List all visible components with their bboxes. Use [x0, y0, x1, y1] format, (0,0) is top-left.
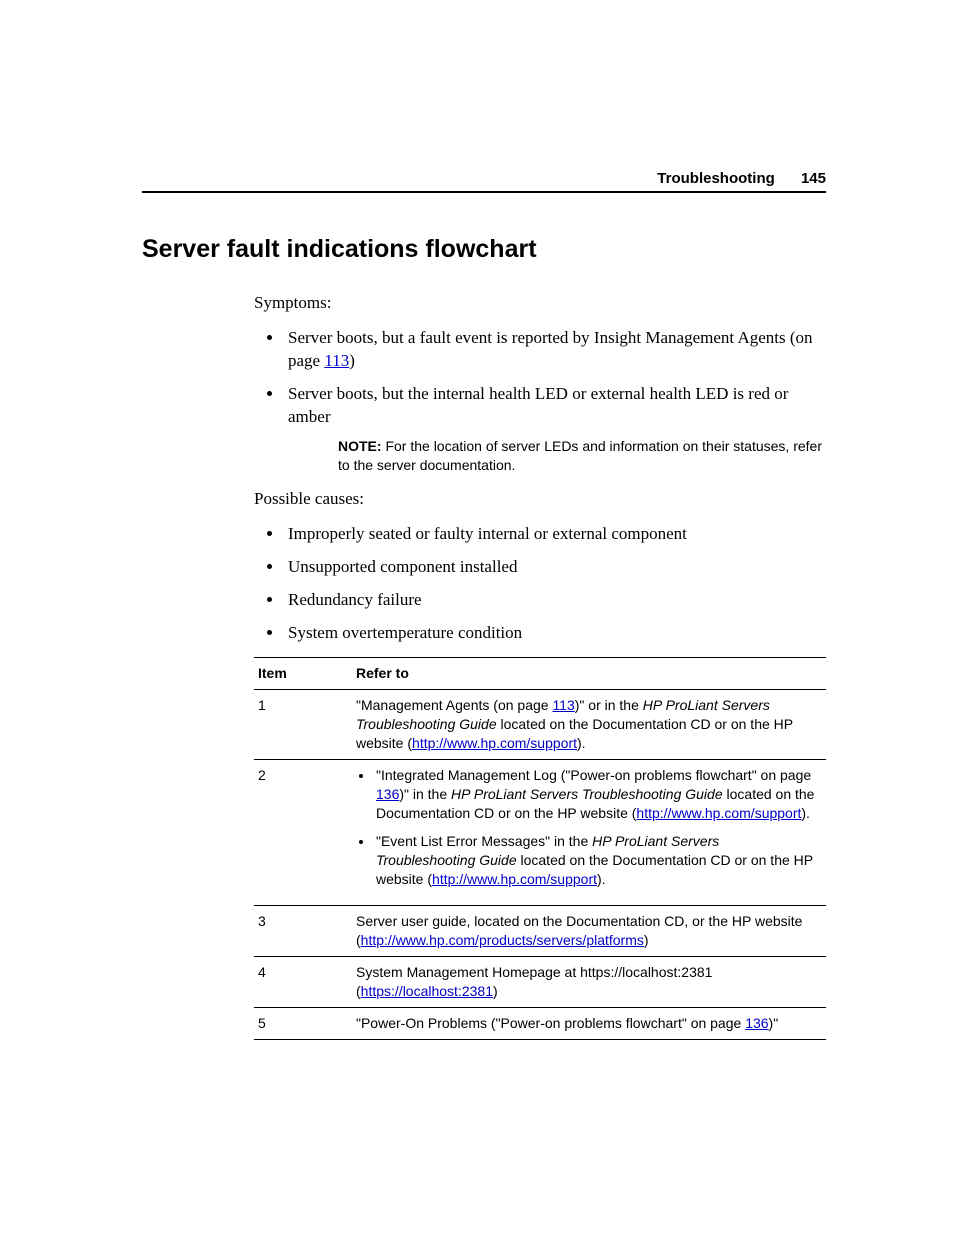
symptom-text: Server boots, but the internal health LE…: [288, 384, 788, 426]
text: ): [493, 983, 498, 999]
url-link-hp-support[interactable]: http://www.hp.com/support: [636, 805, 801, 821]
italic-text: HP ProLiant Servers Troubleshooting Guid…: [451, 786, 723, 802]
page-link-113[interactable]: 113: [552, 697, 574, 713]
list-item: Improperly seated or faulty internal or …: [284, 523, 826, 546]
symptom-text: ): [349, 351, 355, 370]
page-link-136[interactable]: 136: [745, 1015, 768, 1031]
table-row: 2 "Integrated Management Log ("Power-on …: [254, 759, 826, 905]
list-item: Redundancy failure: [284, 589, 826, 612]
header-refer: Refer to: [352, 658, 826, 690]
note-label: NOTE:: [338, 438, 382, 454]
table-row: 1 "Management Agents (on page 113)" or i…: [254, 690, 826, 760]
url-link-hp-support[interactable]: http://www.hp.com/support: [432, 871, 597, 887]
url-link-localhost[interactable]: https://localhost:2381: [361, 983, 493, 999]
text: "Power-On Problems ("Power-on problems f…: [356, 1015, 745, 1031]
causes-list: Improperly seated or faulty internal or …: [254, 523, 826, 645]
page-link-113[interactable]: 113: [324, 351, 349, 370]
note-text: For the location of server LEDs and info…: [338, 438, 822, 473]
header-page-number: 145: [801, 170, 826, 187]
text: ).: [577, 735, 586, 751]
list-item: "Event List Error Messages" in the HP Pr…: [374, 832, 818, 889]
text: ).: [597, 871, 606, 887]
symptom-text: Server boots, but a fault event is repor…: [288, 328, 813, 370]
table-row: 4 System Management Homepage at https://…: [254, 956, 826, 1007]
symptoms-label: Symptoms:: [254, 292, 826, 315]
cell-item: 5: [254, 1007, 352, 1039]
text: "Management Agents (on page: [356, 697, 552, 713]
cell-item: 1: [254, 690, 352, 760]
list-item: Unsupported component installed: [284, 556, 826, 579]
cell-item: 2: [254, 759, 352, 905]
cell-refer: "Power-On Problems ("Power-on problems f…: [352, 1007, 826, 1039]
text: ).: [801, 805, 810, 821]
cell-refer: "Integrated Management Log ("Power-on pr…: [352, 759, 826, 905]
table-header-row: Item Refer to: [254, 658, 826, 690]
header-item: Item: [254, 658, 352, 690]
list-item: Server boots, but the internal health LE…: [284, 383, 826, 475]
cell-refer: System Management Homepage at https://lo…: [352, 956, 826, 1007]
text: ): [644, 932, 649, 948]
cell-refer: "Management Agents (on page 113)" or in …: [352, 690, 826, 760]
document-page: Troubleshooting 145 Server fault indicat…: [0, 0, 954, 1235]
symptoms-list: Server boots, but a fault event is repor…: [254, 327, 826, 475]
text: "Integrated Management Log ("Power-on pr…: [376, 767, 811, 783]
header-section: Troubleshooting: [657, 170, 775, 187]
text: "Event List Error Messages" in the: [376, 833, 592, 849]
text: )" or in the: [575, 697, 643, 713]
list-item: System overtemperature condition: [284, 622, 826, 645]
table-row: 3 Server user guide, located on the Docu…: [254, 906, 826, 957]
page-link-136[interactable]: 136: [376, 786, 399, 802]
page-header: Troubleshooting 145: [142, 170, 826, 193]
note-block: NOTE: For the location of server LEDs an…: [338, 437, 826, 475]
body-content: Symptoms: Server boots, but a fault even…: [254, 292, 826, 1040]
reference-table: Item Refer to 1 "Management Agents (on p…: [254, 657, 826, 1039]
url-link-hp-products[interactable]: http://www.hp.com/products/servers/platf…: [361, 932, 644, 948]
list-item: "Integrated Management Log ("Power-on pr…: [374, 766, 818, 823]
cell-refer: Server user guide, located on the Docume…: [352, 906, 826, 957]
cell-item: 4: [254, 956, 352, 1007]
url-link-hp-support[interactable]: http://www.hp.com/support: [412, 735, 577, 751]
cell-item: 3: [254, 906, 352, 957]
page-title: Server fault indications flowchart: [142, 235, 826, 264]
text: )": [769, 1015, 779, 1031]
list-item: Server boots, but a fault event is repor…: [284, 327, 826, 373]
causes-label: Possible causes:: [254, 488, 826, 511]
table-row: 5 "Power-On Problems ("Power-on problems…: [254, 1007, 826, 1039]
text: )" in the: [399, 786, 451, 802]
